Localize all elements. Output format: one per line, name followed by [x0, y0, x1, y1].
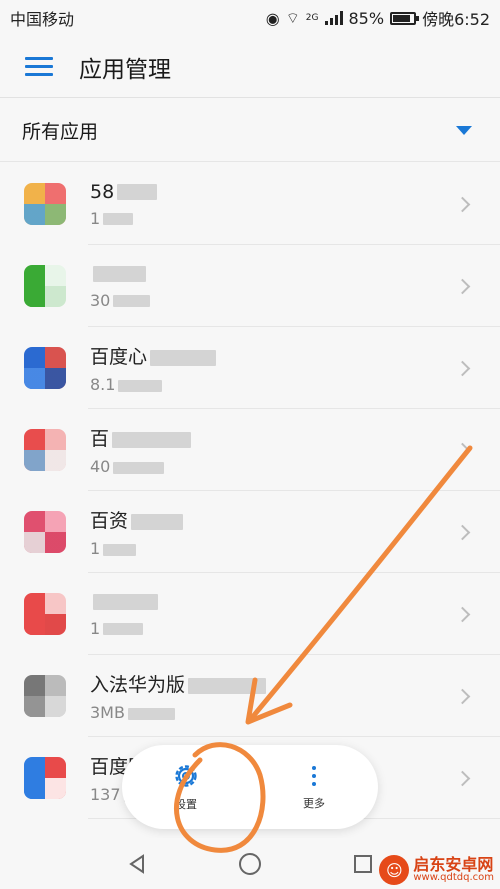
- app-list-item[interactable]: 入法华为版 3MB: [0, 655, 500, 737]
- recents-icon[interactable]: [352, 853, 374, 875]
- filter-label: 所有应用: [22, 121, 99, 143]
- app-list-item[interactable]: 1: [0, 573, 500, 655]
- chevron-right-icon: [454, 524, 471, 540]
- app-icon: [24, 757, 66, 799]
- app-name: 58: [90, 181, 457, 203]
- app-name: [90, 263, 457, 285]
- more-button[interactable]: 更多: [274, 763, 354, 811]
- app-list-item[interactable]: 百度心 8.1: [0, 327, 500, 409]
- app-name: 百资: [90, 506, 457, 533]
- app-size: 1: [90, 539, 457, 558]
- home-icon[interactable]: [238, 852, 262, 876]
- app-name: 百度心: [90, 342, 457, 369]
- chevron-right-icon: [454, 196, 471, 212]
- app-size: 1: [90, 209, 457, 228]
- app-icon: [24, 511, 66, 553]
- status-bar: 中国移动 ◉ ⌔ 2G 85% 傍晚6:52: [0, 0, 500, 36]
- chevron-right-icon: [454, 278, 471, 294]
- app-icon: [24, 347, 66, 389]
- watermark: ☺ 启东安卓网 www.qdtdq.com: [379, 855, 494, 885]
- app-size: 30: [90, 291, 457, 310]
- app-size: 3MB: [90, 703, 457, 722]
- settings-label: 设置: [175, 798, 197, 811]
- wifi-icon: ⌔: [285, 8, 300, 27]
- app-list-item[interactable]: 58 1: [0, 163, 500, 245]
- gear-icon: [175, 765, 197, 787]
- battery-icon: [390, 11, 420, 25]
- settings-button[interactable]: 设置: [146, 762, 226, 812]
- app-size: 8.1: [90, 375, 457, 394]
- app-icon: [24, 183, 66, 225]
- watermark-url: www.qdtdq.com: [413, 872, 494, 883]
- chevron-right-icon: [454, 360, 471, 376]
- app-icon: [24, 265, 66, 307]
- watermark-logo-icon: ☺: [379, 855, 410, 885]
- battery-percent: 85%: [348, 8, 385, 28]
- signal-icon: [324, 11, 343, 25]
- network-type-label: 2G: [305, 13, 319, 23]
- clock: 傍晚6:52: [422, 10, 490, 29]
- app-list-item[interactable]: 30: [0, 245, 500, 327]
- chevron-right-icon: [454, 442, 471, 458]
- app-icon: [24, 675, 66, 717]
- app-list-item[interactable]: 百 40: [0, 409, 500, 491]
- app-name: 百: [90, 424, 457, 451]
- eye-icon: ◉: [265, 8, 280, 28]
- carrier-label: 中国移动: [10, 10, 75, 29]
- dropdown-arrow-icon: [456, 126, 472, 135]
- app-size: 40: [90, 457, 457, 476]
- app-filter-dropdown[interactable]: 所有应用: [0, 100, 500, 162]
- watermark-title: 启东安卓网: [413, 855, 494, 874]
- app-bar: 应用管理: [0, 36, 500, 98]
- back-icon[interactable]: [126, 853, 148, 875]
- app-icon: [24, 593, 66, 635]
- chevron-right-icon: [454, 606, 471, 622]
- hamburger-menu-icon[interactable]: [25, 52, 53, 81]
- page-title: 应用管理: [79, 56, 171, 83]
- app-list-item[interactable]: 百资 1: [0, 491, 500, 573]
- floating-action-menu: 设置 更多: [122, 745, 378, 829]
- app-icon: [24, 429, 66, 471]
- app-name: [90, 591, 457, 613]
- more-vertical-icon: [312, 763, 316, 789]
- app-size: 1: [90, 619, 457, 638]
- app-name: 入法华为版: [90, 670, 457, 697]
- chevron-right-icon: [454, 770, 471, 786]
- more-label: 更多: [303, 797, 325, 810]
- chevron-right-icon: [454, 688, 471, 704]
